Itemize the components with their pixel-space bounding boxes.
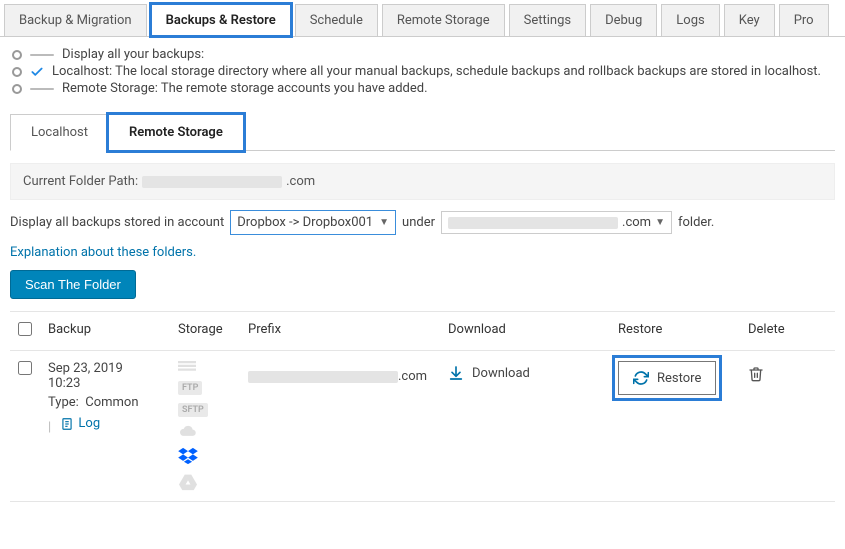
sftp-badge: SFTP bbox=[178, 403, 208, 417]
folder-select[interactable]: .com ▼ bbox=[441, 211, 672, 234]
table-header-row: Backup Storage Prefix Download Restore D… bbox=[10, 312, 835, 351]
storage-icons: FTP SFTP bbox=[178, 361, 232, 491]
row-type-value: Common bbox=[85, 395, 138, 410]
folder-path-label: Current Folder Path: bbox=[23, 174, 138, 189]
account-select[interactable]: Dropbox -> Dropbox001 ▼ bbox=[230, 210, 396, 235]
table-row: Sep 23, 2019 10:23 Type: Common | Log bbox=[10, 351, 835, 502]
chevron-down-icon: ▼ bbox=[655, 217, 665, 228]
row-type-label: Type: bbox=[48, 395, 79, 410]
restore-button[interactable]: Restore bbox=[618, 361, 716, 395]
bullet-icon bbox=[12, 50, 22, 60]
localhost-icon bbox=[178, 361, 196, 373]
folder-path-bar: Current Folder Path: .com bbox=[10, 163, 835, 200]
bullet-icon bbox=[12, 67, 22, 77]
select-all-checkbox[interactable] bbox=[18, 322, 32, 336]
row-date: Sep 23, 2019 bbox=[48, 361, 162, 376]
folder-redacted bbox=[448, 217, 618, 229]
tab-backups-restore[interactable]: Backups & Restore bbox=[151, 4, 291, 36]
backups-table: Backup Storage Prefix Download Restore D… bbox=[10, 311, 835, 502]
download-label: Download bbox=[472, 366, 530, 381]
divider-icon: | bbox=[48, 420, 51, 435]
prefix-suffix: .com bbox=[398, 369, 427, 384]
bullet-icon bbox=[12, 84, 22, 94]
subtab-bar: Localhost Remote Storage bbox=[10, 114, 835, 151]
tab-debug[interactable]: Debug bbox=[590, 4, 657, 36]
col-prefix: Prefix bbox=[240, 312, 440, 351]
delete-button[interactable] bbox=[748, 372, 764, 387]
folder-suffix: .com bbox=[622, 215, 651, 230]
tab-key[interactable]: Key bbox=[724, 4, 775, 36]
log-label: Log bbox=[78, 416, 100, 431]
tab-logs[interactable]: Logs bbox=[661, 4, 719, 36]
row-checkbox[interactable] bbox=[18, 361, 32, 375]
intro-line-1: Display all your backups: bbox=[62, 47, 204, 62]
subtab-remote-storage[interactable]: Remote Storage bbox=[108, 114, 244, 151]
tab-remote-storage[interactable]: Remote Storage bbox=[382, 4, 505, 36]
account-select-value: Dropbox -> Dropbox001 bbox=[237, 215, 373, 230]
ftp-badge: FTP bbox=[178, 381, 202, 395]
dash-icon bbox=[30, 54, 54, 56]
tab-pro[interactable]: Pro bbox=[779, 4, 829, 36]
col-download: Download bbox=[440, 312, 610, 351]
chevron-down-icon: ▼ bbox=[379, 217, 389, 228]
folder-path-redacted bbox=[142, 176, 282, 188]
col-restore: Restore bbox=[610, 312, 740, 351]
download-icon bbox=[448, 365, 464, 381]
log-link[interactable]: Log bbox=[60, 416, 100, 431]
document-icon bbox=[60, 417, 74, 431]
intro-line-2: Localhost: The local storage directory w… bbox=[52, 64, 821, 79]
folder-path-suffix: .com bbox=[286, 174, 315, 189]
tab-settings[interactable]: Settings bbox=[509, 4, 586, 36]
download-button[interactable]: Download bbox=[448, 365, 530, 381]
scan-folder-button[interactable]: Scan The Folder bbox=[10, 270, 136, 299]
row-time: 10:23 bbox=[48, 376, 162, 391]
check-icon bbox=[30, 65, 44, 79]
restore-label: Restore bbox=[657, 371, 701, 386]
google-drive-icon bbox=[178, 473, 198, 491]
refresh-icon bbox=[633, 370, 649, 386]
trash-icon bbox=[748, 365, 764, 383]
account-line-folder-word: folder. bbox=[678, 215, 714, 230]
prefix-redacted bbox=[248, 371, 398, 383]
intro-line-3: Remote Storage: The remote storage accou… bbox=[62, 81, 428, 96]
account-line-prefix: Display all backups stored in account bbox=[10, 215, 224, 230]
col-backup: Backup bbox=[40, 312, 170, 351]
col-storage: Storage bbox=[170, 312, 240, 351]
col-delete: Delete bbox=[740, 312, 835, 351]
dash-icon bbox=[30, 88, 54, 90]
tab-backup-migration[interactable]: Backup & Migration bbox=[4, 4, 147, 36]
explanation-link[interactable]: Explanation about these folders. bbox=[10, 245, 196, 260]
intro-block: Display all your backups: Localhost: The… bbox=[0, 37, 845, 110]
tab-schedule[interactable]: Schedule bbox=[295, 4, 378, 36]
account-line: Display all backups stored in account Dr… bbox=[10, 210, 835, 235]
cloud-icon bbox=[178, 425, 198, 439]
account-line-under: under bbox=[402, 215, 435, 230]
subtab-localhost[interactable]: Localhost bbox=[10, 114, 108, 151]
top-tab-bar: Backup & Migration Backups & Restore Sch… bbox=[0, 0, 845, 37]
dropbox-icon bbox=[178, 447, 198, 465]
